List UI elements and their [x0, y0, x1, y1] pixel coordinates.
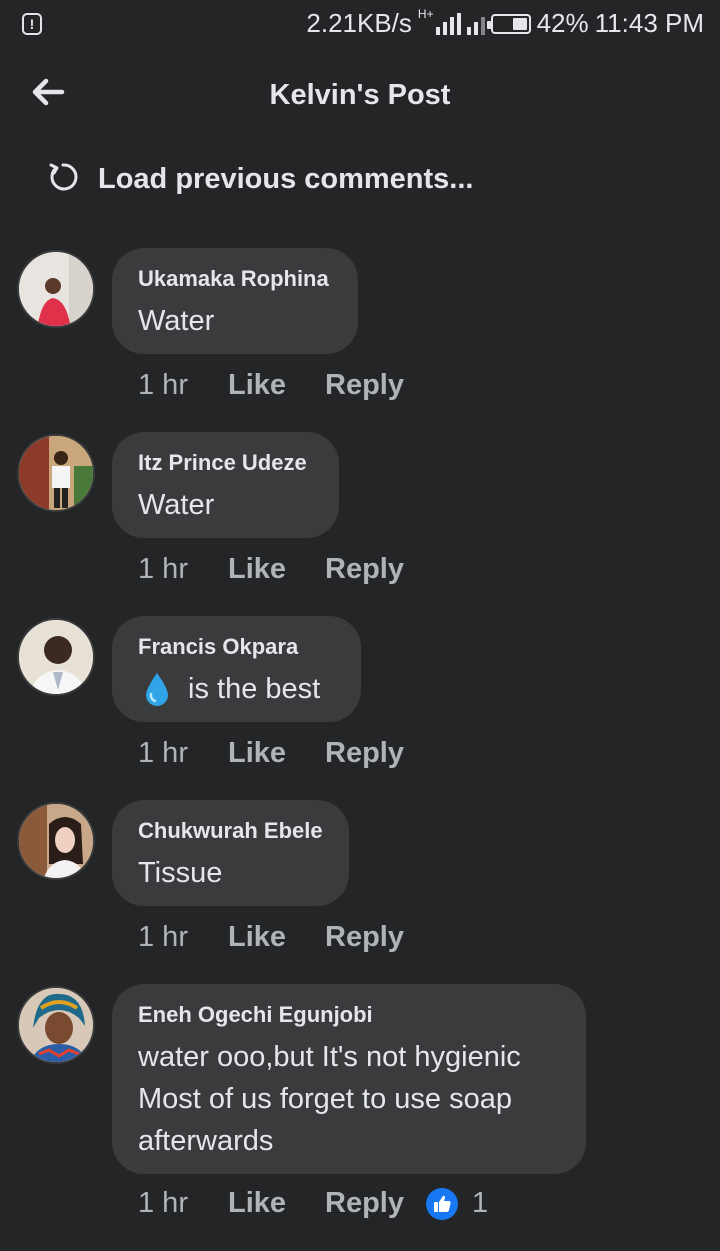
comment-time: 1 hr [138, 921, 188, 953]
comment-actions: 1 hr Like Reply 1 [138, 1187, 488, 1220]
avatar[interactable] [17, 250, 95, 328]
comment-actions: 1 hr Like Reply [138, 921, 404, 954]
comment-time: 1 hr [138, 553, 188, 585]
comment-bubble[interactable]: Chukwurah Ebele Tissue [112, 800, 349, 906]
like-button[interactable]: Like [228, 1187, 325, 1220]
network-speed: 2.21KB/s [306, 8, 412, 38]
comment-time: 1 hr [138, 1187, 188, 1219]
comment-time: 1 hr [138, 737, 188, 769]
droplet-icon [144, 671, 170, 707]
comment-text-line: Most of us forget to use soap [138, 1083, 512, 1115]
reply-button[interactable]: Reply [325, 553, 404, 586]
like-button[interactable]: Like [228, 921, 325, 954]
reply-button[interactable]: Reply [325, 737, 404, 770]
comment-bubble[interactable]: Ukamaka Rophina Water [112, 248, 358, 354]
comment-text-line: water ooo,but It's not hygienic [138, 1041, 521, 1073]
avatar[interactable] [17, 434, 95, 512]
like-button[interactable]: Like [228, 737, 325, 770]
status-indicators: 2.21KB/s H+ 42% 11:43 PM [306, 6, 704, 39]
signal-icon-2 [466, 13, 485, 35]
comment-author[interactable]: Chukwurah Ebele [138, 818, 323, 844]
comment-actions: 1 hr Like Reply [138, 553, 404, 586]
reaction-summary[interactable]: 1 [425, 1187, 489, 1220]
reply-button[interactable]: Reply [325, 921, 404, 954]
comment-author[interactable]: Itz Prince Udeze [138, 450, 313, 476]
alert-icon: ! [22, 13, 42, 35]
comment-author[interactable]: Eneh Ogechi Egunjobi [138, 1002, 560, 1028]
comment-text: Water [138, 305, 215, 337]
comment-text: is the best [138, 668, 335, 710]
avatar[interactable] [17, 618, 95, 696]
comment-text-body: is the best [180, 673, 321, 705]
like-button[interactable]: Like [228, 369, 325, 402]
reaction-count: 1 [471, 1187, 489, 1219]
top-bar: Kelvin's Post [0, 50, 720, 142]
battery-percent: 42% [536, 8, 589, 38]
signal-icon [435, 12, 461, 35]
comment-time: 1 hr [138, 369, 188, 401]
battery-icon [486, 13, 531, 34]
clock: 11:43 PM [594, 8, 704, 38]
comment-text: Water [138, 489, 215, 521]
reply-button[interactable]: Reply [325, 1187, 404, 1220]
comment-actions: 1 hr Like Reply [138, 369, 404, 402]
like-button[interactable]: Like [228, 553, 325, 586]
reply-button[interactable]: Reply [325, 369, 404, 402]
status-bar: ! 2.21KB/s H+ 42% 11:43 PM [0, 0, 720, 50]
like-reaction-icon [425, 1187, 458, 1220]
page-title: Kelvin's Post [269, 79, 451, 111]
load-previous-comments-button[interactable]: Load previous comments... [46, 160, 473, 199]
avatar[interactable] [17, 802, 95, 880]
comment-bubble[interactable]: Eneh Ogechi Egunjobi water ooo,but It's … [112, 984, 586, 1174]
refresh-icon [46, 160, 80, 199]
comment-bubble[interactable]: Francis Okpara is the best [112, 616, 361, 722]
comment-text-line: afterwards [138, 1125, 274, 1157]
comment-bubble[interactable]: Itz Prince Udeze Water [112, 432, 339, 538]
network-type: H+ [417, 6, 434, 21]
avatar[interactable] [17, 986, 95, 1064]
comment-text: Tissue [138, 857, 223, 889]
load-previous-label: Load previous comments... [98, 163, 474, 195]
comment-actions: 1 hr Like Reply [138, 737, 404, 770]
comment-author[interactable]: Francis Okpara [138, 634, 335, 660]
comment-author[interactable]: Ukamaka Rophina [138, 266, 332, 292]
